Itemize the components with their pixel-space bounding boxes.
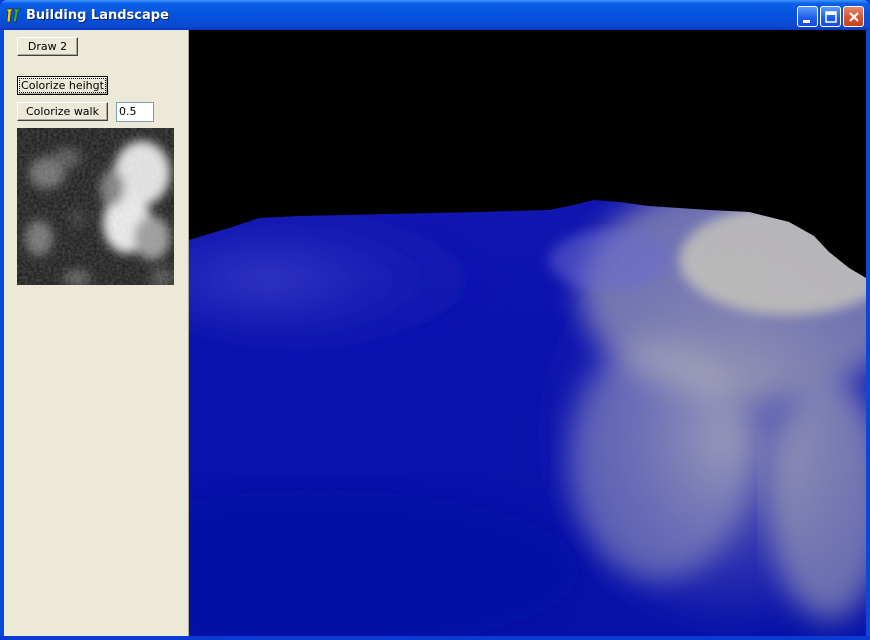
- colorize-walk-button[interactable]: Colorize walk: [17, 102, 108, 121]
- heightmap-preview: [17, 128, 174, 285]
- colorize-height-button[interactable]: Colorize heihgt: [17, 76, 108, 95]
- app-logo-icon: [5, 8, 22, 23]
- client-area: Draw 2 Colorize heihgt Colorize walk 0.5: [4, 30, 866, 636]
- maximize-icon: [825, 11, 837, 23]
- window-title: Building Landscape: [26, 8, 169, 23]
- terrain-3d-viewport[interactable]: [189, 30, 866, 636]
- window-bottom-border: [0, 636, 870, 640]
- minimize-button[interactable]: [797, 6, 818, 27]
- walk-threshold-input[interactable]: 0.5: [116, 102, 154, 122]
- control-panel: Draw 2 Colorize heihgt Colorize walk 0.5: [4, 30, 189, 636]
- title-bar[interactable]: Building Landscape: [0, 0, 870, 30]
- app-window: Building Landscape Draw 2 Colorize heihg…: [0, 0, 870, 640]
- close-button[interactable]: [843, 6, 864, 27]
- draw-button[interactable]: Draw 2: [17, 37, 78, 56]
- maximize-button[interactable]: [820, 6, 841, 27]
- close-icon: [849, 12, 859, 22]
- colorize-height-label: Colorize heihgt: [19, 78, 106, 93]
- minimize-icon: [803, 20, 810, 23]
